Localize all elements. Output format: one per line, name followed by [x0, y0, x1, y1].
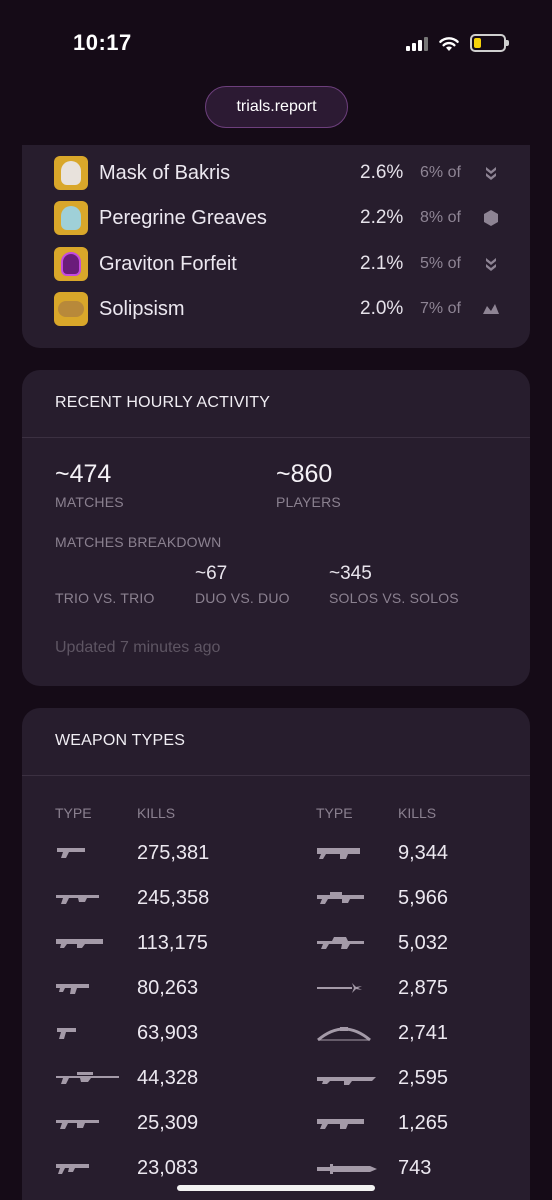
home-indicator[interactable]: [177, 1185, 375, 1191]
grenade-launcher-icon: [317, 848, 360, 859]
armor-name: Peregrine Greaves: [99, 206, 267, 229]
weapon-kills: 2,741: [398, 1022, 449, 1044]
trace-rifle-icon: [317, 937, 364, 949]
shotgun-icon: [56, 1164, 89, 1174]
weapon-kills: 245,358: [137, 887, 210, 909]
hourly-activity-card: RECENT HOURLY ACTIVITY ~474 MATCHES ~860…: [22, 370, 530, 686]
sword-icon: [317, 1164, 377, 1174]
divider: [22, 775, 530, 776]
card-title: WEAPON TYPES: [55, 732, 186, 749]
card-title: RECENT HOURLY ACTIVITY: [55, 394, 271, 411]
kills-column-header: KILLS: [398, 805, 437, 821]
submachine-gun-icon: [56, 984, 89, 994]
auto-rifle-icon: [56, 1120, 99, 1129]
weapon-kills: 2,595: [398, 1067, 449, 1089]
armor-row[interactable]: Peregrine Greaves 2.2% 8% of: [54, 200, 500, 236]
hand-cannon-icon: [57, 848, 85, 858]
armor-thumbnail: [54, 201, 88, 235]
linear-fusion-rifle-icon: [317, 1077, 376, 1085]
weapon-kills: 275,381: [137, 842, 210, 864]
sniper-rifle-icon: [56, 1072, 119, 1084]
titan-icon: [484, 210, 498, 226]
divider: [22, 437, 530, 438]
battery-icon: [470, 34, 509, 52]
scout-rifle-icon: [56, 939, 103, 948]
hunter-icon: [486, 258, 496, 271]
armor-name: Mask of Bakris: [99, 161, 231, 184]
bow-icon: [317, 1027, 371, 1042]
pulse-rifle-icon: [56, 895, 99, 904]
armor-usage-pct: 2.0%: [360, 298, 404, 319]
type-column-header: TYPE: [316, 805, 353, 821]
status-time: 10:17: [73, 30, 132, 55]
armor-row[interactable]: Mask of Bakris 2.6% 6% of: [54, 155, 500, 191]
players-label: PLAYERS: [276, 494, 341, 510]
armor-name: Solipsism: [99, 297, 185, 320]
weapon-kills: 2,875: [398, 977, 449, 999]
warlock-icon: [483, 304, 499, 314]
kills-column-header: KILLS: [137, 805, 176, 821]
wifi-icon: [439, 36, 459, 51]
weapon-kills: 1,265: [398, 1112, 449, 1134]
armor-usage-pct: 2.2%: [360, 207, 404, 228]
armor-class-share: 8% of: [420, 209, 461, 226]
weapon-kills: 9,344: [398, 842, 449, 864]
weapon-kills: 5,032: [398, 932, 449, 954]
armor-class-share: 5% of: [420, 255, 461, 272]
players-count: ~860: [276, 460, 333, 488]
weapon-kills: 113,175: [137, 932, 208, 954]
armor-thumbnail: [54, 247, 88, 281]
status-icons: [406, 34, 509, 52]
solo-label: SOLOS VS. SOLOS: [329, 590, 459, 606]
armor-usage-pct: 2.1%: [360, 253, 404, 274]
armor-row[interactable]: Graviton Forfeit 2.1% 5% of: [54, 246, 500, 282]
solo-count: ~345: [329, 563, 372, 584]
sidearm-icon: [57, 1028, 76, 1039]
matches-label: MATCHES: [55, 494, 124, 510]
trio-label: TRIO VS. TRIO: [55, 590, 155, 606]
glaive-icon: [317, 983, 362, 993]
weapon-kills: 80,263: [137, 977, 199, 999]
weapon-kills: 25,309: [137, 1112, 199, 1134]
hunter-icon: [486, 167, 496, 180]
breakdown-label: MATCHES BREAKDOWN: [55, 534, 222, 550]
weapon-kills: 743: [398, 1157, 432, 1179]
armor-class-share: 7% of: [420, 300, 461, 317]
fusion-rifle-icon: [317, 892, 364, 904]
url-bar[interactable]: trials.report: [205, 86, 348, 128]
type-column-header: TYPE: [55, 805, 92, 821]
machine-gun-icon: [317, 1119, 364, 1129]
exotic-armor-card: Mask of Bakris 2.6% 6% of Peregrine Grea…: [22, 145, 530, 348]
weapon-kills: 5,966: [398, 887, 449, 909]
armor-name: Graviton Forfeit: [99, 252, 237, 275]
duo-label: DUO VS. DUO: [195, 590, 290, 606]
weapon-kills: 63,903: [137, 1022, 199, 1044]
duo-count: ~67: [195, 563, 228, 584]
weapon-kills: 23,083: [137, 1157, 199, 1179]
armor-usage-pct: 2.6%: [360, 162, 404, 183]
armor-thumbnail: [54, 292, 88, 326]
weapon-types-card: WEAPON TYPES TYPE KILLS TYPE KILLS 275,3…: [22, 708, 530, 1200]
armor-class-share: 6% of: [420, 164, 461, 181]
armor-thumbnail: [54, 156, 88, 190]
matches-count: ~474: [55, 460, 112, 488]
updated-timestamp: Updated 7 minutes ago: [55, 639, 221, 656]
weapon-kills: 44,328: [137, 1067, 199, 1089]
armor-row[interactable]: Solipsism 2.0% 7% of: [54, 291, 500, 327]
cellular-signal-icon: [406, 35, 428, 51]
